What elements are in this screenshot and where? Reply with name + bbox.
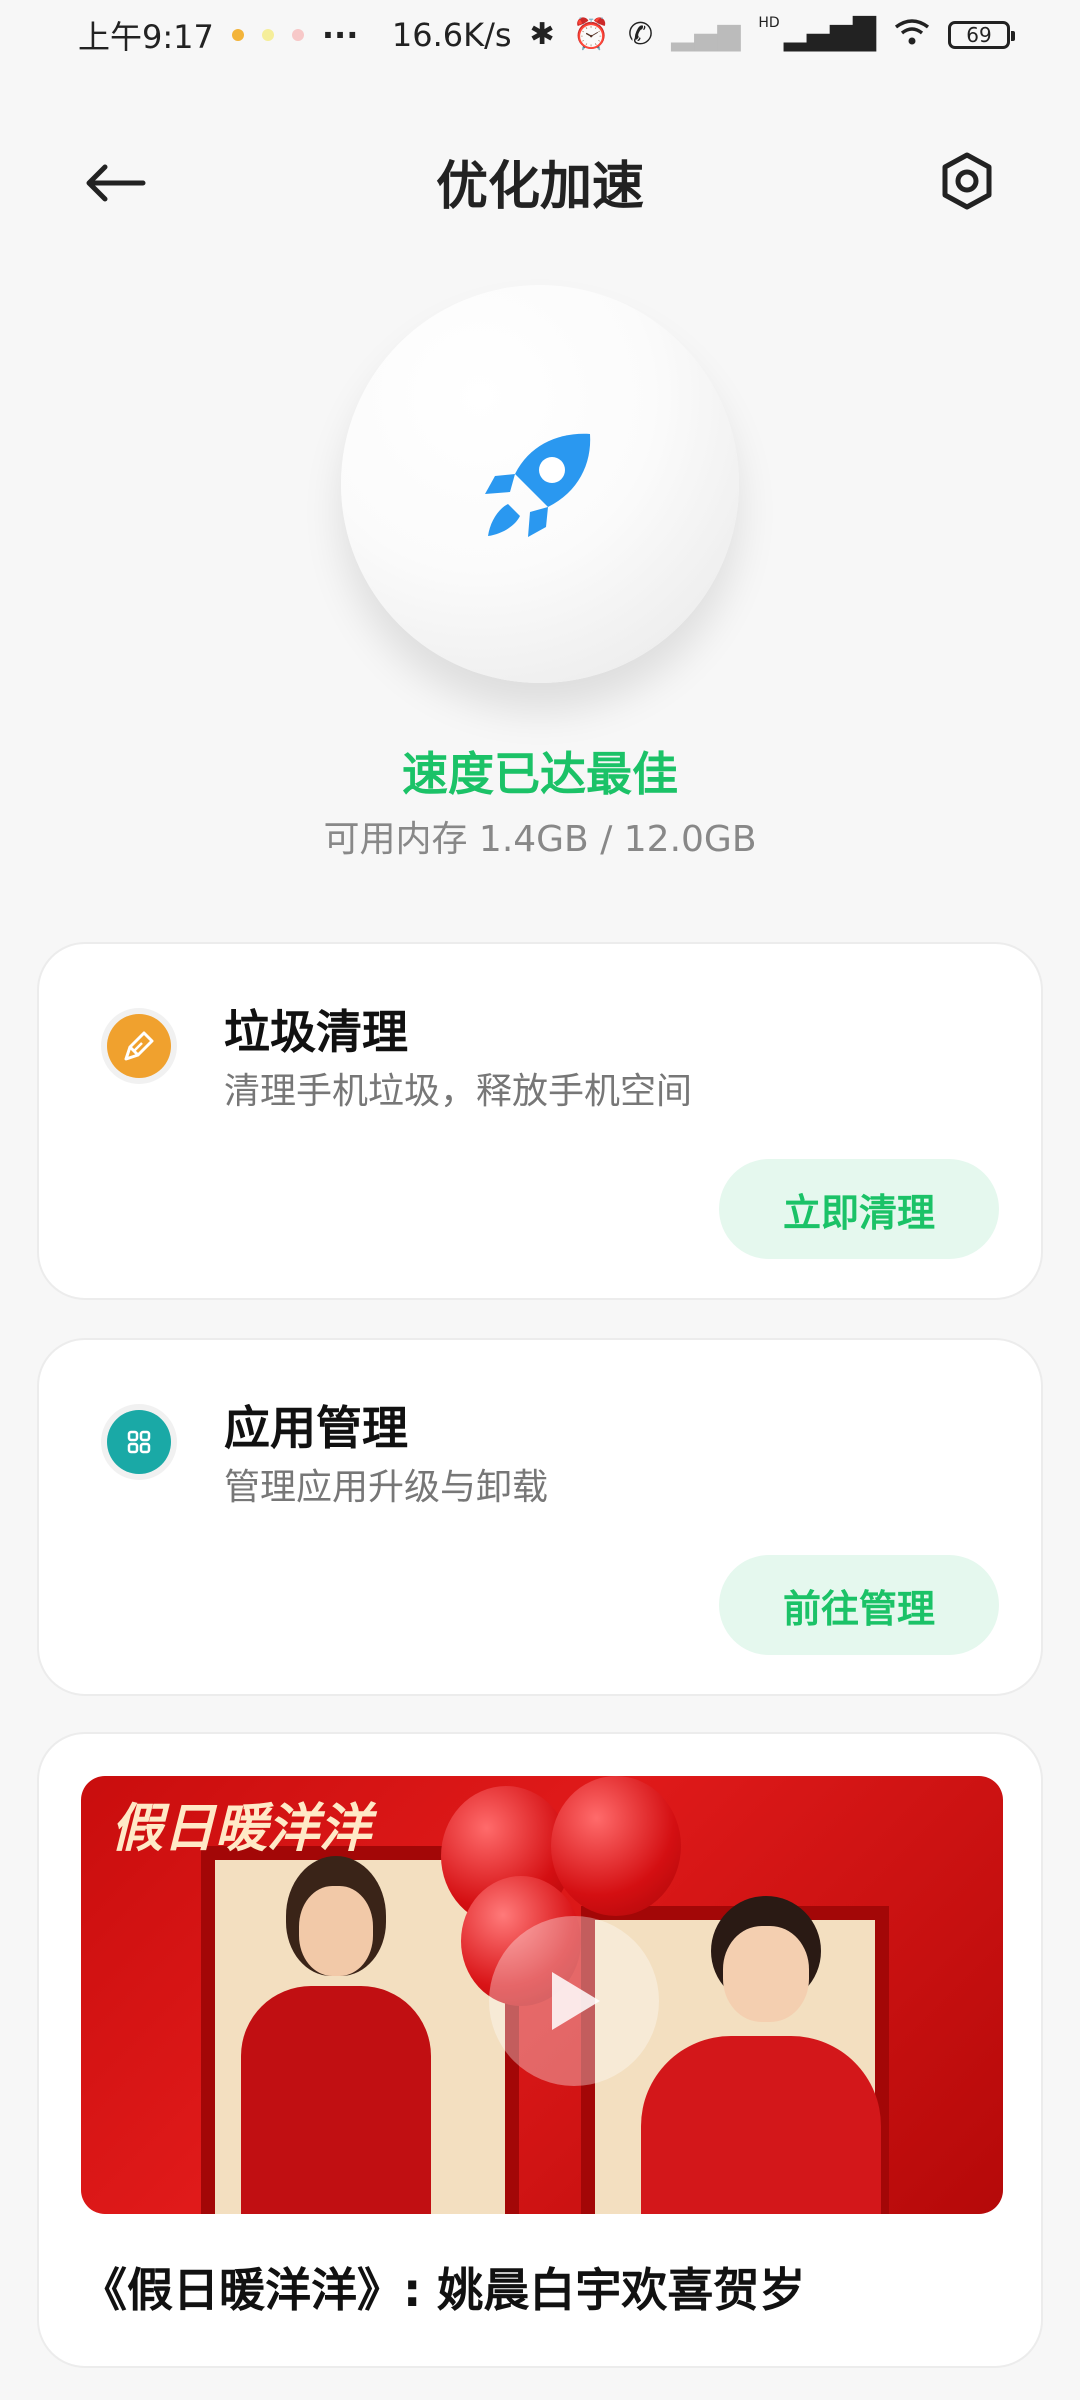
app-management-card: 应用管理 管理应用升级与卸载 前往管理 — [37, 1338, 1043, 1696]
header: 优化加速 — [0, 120, 1080, 240]
signal-icon: ▂▄▆█ — [783, 17, 876, 52]
battery-icon: 69 — [948, 21, 1015, 49]
play-button[interactable] — [489, 1916, 659, 2086]
bluetooth-icon: ✱ — [529, 17, 555, 52]
video-logo: 假日暖洋洋 — [111, 1798, 372, 1859]
junk-cleanup-card: 垃圾清理 清理手机垃圾，释放手机空间 立即清理 — [37, 942, 1043, 1300]
broom-icon — [107, 1014, 171, 1078]
card-description: 清理手机垃圾，释放手机空间 — [224, 1071, 693, 1112]
video-thumbnail[interactable]: 假日暖洋洋 — [81, 1776, 1003, 2214]
notification-icon — [231, 29, 244, 41]
notification-icon — [291, 29, 304, 41]
card-title: 垃圾清理 — [224, 1005, 408, 1059]
video-card[interactable]: 假日暖洋洋 《假日暖洋洋》: 姚晨白宇欢喜贺岁 — [37, 1732, 1043, 2368]
gear-icon — [942, 152, 992, 210]
alarm-icon: ⏰ — [572, 17, 611, 52]
status-time: 上午9:17 — [78, 18, 214, 56]
battery-level: 69 — [966, 23, 992, 47]
boost-sphere[interactable] — [341, 285, 739, 683]
signal-hd-label: HD — [758, 15, 780, 31]
signal-weak-icon: ▂▄▆ — [671, 17, 741, 52]
person-left-image — [231, 1856, 431, 2214]
call-icon: ✆ — [628, 17, 654, 52]
card-title: 应用管理 — [224, 1401, 408, 1455]
rocket-icon — [485, 433, 591, 537]
clean-now-button[interactable]: 立即清理 — [719, 1159, 999, 1259]
more-notifications-icon: ··· — [321, 16, 359, 54]
wifi-icon — [894, 18, 930, 52]
play-icon — [552, 1972, 600, 2030]
status-bar: 上午9:17 ··· 16.6K/s ✱ ⏰ ✆ ▂▄▆ HD ▂▄▆█ 69 — [0, 0, 1080, 70]
apps-grid-icon — [107, 1410, 171, 1474]
card-description: 管理应用升级与卸载 — [224, 1467, 549, 1508]
balloon-image — [551, 1776, 681, 1916]
person-right-image — [641, 1896, 881, 2214]
go-manage-button[interactable]: 前往管理 — [719, 1555, 999, 1655]
speed-status: 速度已达最佳 — [402, 747, 678, 801]
net-speed: 16.6K/s — [391, 16, 512, 54]
memory-usage: 可用内存 1.4GB / 12.0GB — [323, 819, 757, 860]
notification-icon — [261, 29, 274, 41]
video-title[interactable]: 《假日暖洋洋》: 姚晨白宇欢喜贺岁 — [81, 2254, 805, 2320]
settings-button[interactable] — [932, 146, 1002, 216]
page-title: 优化加速 — [435, 157, 644, 217]
